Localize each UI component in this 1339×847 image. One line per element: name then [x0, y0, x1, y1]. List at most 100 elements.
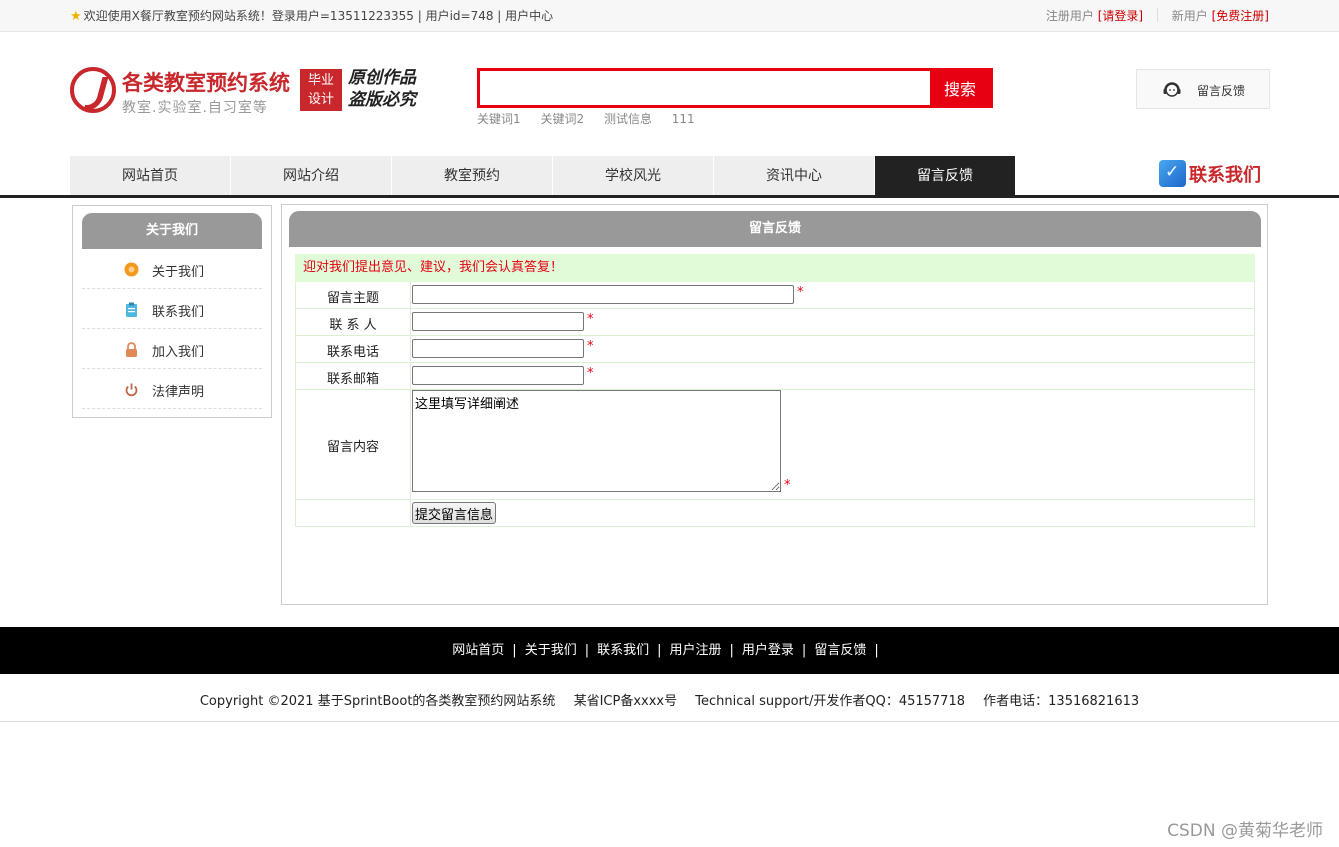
subject-label: 留言主题	[326, 291, 379, 306]
sidebar: 关于我们 关于我们 联系我们 加入我们 法律声明	[72, 205, 272, 418]
footer-divider	[0, 721, 1339, 722]
phone-label: 联系电话	[326, 345, 379, 360]
signup-link[interactable]: [免费注册]	[1212, 9, 1269, 23]
original-work-sign: 原创作品 盗版必究	[348, 67, 416, 111]
form-row-content: 留言内容 这里填写详细阐述 *	[295, 390, 1255, 500]
sidebar-item-legal[interactable]: 法律声明	[82, 369, 262, 409]
required-mark: *	[587, 339, 594, 354]
subject-field[interactable]	[412, 285, 794, 304]
top-bar: ★ 欢迎使用X餐厅教室预约网站系统！登录用户=13511223355 | 用户id…	[0, 0, 1339, 32]
headset-icon	[1163, 82, 1181, 97]
nav-underline	[0, 195, 1339, 198]
footer-link-about[interactable]: 关于我们	[525, 643, 577, 658]
logo-subtitle: 教室.实验室.自习室等	[122, 100, 268, 116]
new-user-label: 新用户	[1171, 9, 1208, 23]
keyword-link[interactable]: 111	[672, 112, 695, 126]
footer-link-home[interactable]: 网站首页	[452, 643, 504, 658]
support-text: Technical support/开发作者QQ：45157718	[695, 694, 966, 709]
footer-separator: |	[657, 643, 662, 658]
copyright-bar: Copyright ©2021 基于SprintBoot的各类教室预约网站系统 …	[0, 690, 1339, 709]
footer-separator: |	[512, 643, 517, 658]
sidebar-item-label: 联系我们	[152, 305, 205, 320]
footer-separator: |	[584, 643, 590, 658]
contact-field[interactable]	[412, 312, 584, 331]
nav-item-feedback[interactable]: 留言反馈	[875, 156, 1015, 196]
feedback-panel: 留言反馈 迎对我们提出意见、建议，我们会认真答复！ 留言主题 * 联 系 人 *…	[281, 204, 1268, 605]
footer-separator: |	[729, 643, 734, 658]
panel-title: 留言反馈	[289, 211, 1261, 247]
divider	[410, 309, 411, 335]
nav-item-scenery[interactable]: 学校风光	[553, 156, 713, 196]
login-link[interactable]: [请登录]	[1098, 9, 1143, 23]
star-icon: ★	[70, 9, 82, 24]
footer-link-contact[interactable]: 联系我们	[597, 643, 649, 658]
divider	[410, 282, 411, 308]
feedback-label: 留言反馈	[1197, 84, 1246, 98]
form-row-submit: 提交留言信息	[295, 500, 1255, 527]
phone-icon	[1159, 160, 1186, 187]
required-mark: *	[587, 312, 594, 327]
nav-item-intro[interactable]: 网站介绍	[231, 156, 391, 196]
badge-line-2: 设计	[307, 92, 334, 107]
hot-keywords: 关键词1 关键词2 测试信息 111	[477, 110, 711, 127]
badge-line-1: 毕业	[307, 73, 334, 88]
search-box: 搜索	[477, 68, 993, 108]
nav-item-booking[interactable]: 教室预约	[392, 156, 552, 196]
divider	[410, 363, 411, 389]
icp-text: 某省ICP备xxxx号	[573, 694, 678, 709]
submit-button[interactable]: 提交留言信息	[412, 502, 497, 524]
search-input[interactable]	[480, 71, 930, 105]
sidebar-item-label: 加入我们	[152, 345, 205, 360]
sidebar-item-contact[interactable]: 联系我们	[82, 289, 262, 329]
clipboard-icon	[126, 302, 137, 317]
required-mark: *	[587, 366, 594, 381]
footer-link-login[interactable]: 用户登录	[742, 643, 794, 658]
lock-icon	[126, 342, 137, 357]
required-mark: *	[784, 478, 791, 493]
sign-line-2: 盗版必究	[348, 90, 416, 110]
content-textarea[interactable]: 这里填写详细阐述	[412, 390, 781, 492]
email-field[interactable]	[412, 366, 584, 385]
form-row-email: 联系邮箱 *	[295, 363, 1255, 390]
footer-nav: 网站首页 | 关于我们 | 联系我们 | 用户注册 | 用户登录 | 留言反馈 |	[0, 627, 1339, 674]
logo-mark-icon	[70, 67, 116, 113]
logo-title: 各类教室预约系统	[122, 71, 290, 95]
footer-separator: |	[801, 643, 807, 658]
footer-separator: |	[874, 643, 879, 658]
sidebar-item-label: 法律声明	[152, 385, 205, 400]
welcome-message: 欢迎使用X餐厅教室预约网站系统！登录用户=13511223355 | 用户id=…	[83, 9, 554, 23]
footer-link-register[interactable]: 用户注册	[670, 643, 722, 658]
required-mark: *	[797, 285, 804, 300]
divider	[410, 500, 411, 526]
graduation-badge: 毕业 设计	[300, 69, 342, 111]
copyright-text: Copyright ©2021 基于SprintBoot的各类教室预约网站系统	[199, 694, 556, 709]
registered-label: 注册用户	[1045, 9, 1094, 23]
divider	[410, 390, 411, 499]
account-links: 注册用户 [请登录] 新用户 [免费注册]	[1046, 7, 1269, 24]
orange-circle-icon	[124, 262, 139, 277]
sign-line-1: 原创作品	[348, 68, 416, 88]
keyword-link[interactable]: 关键词1	[477, 112, 521, 126]
contact-label: 联 系 人	[329, 318, 377, 333]
phone-field[interactable]	[412, 339, 584, 358]
footer-link-feedback[interactable]: 留言反馈	[814, 643, 866, 658]
sidebar-title: 关于我们	[82, 213, 262, 249]
welcome-text: ★ 欢迎使用X餐厅教室预约网站系统！登录用户=13511223355 | 用户id…	[70, 7, 553, 24]
nav-item-home[interactable]: 网站首页	[70, 156, 230, 196]
divider	[1156, 8, 1158, 22]
form-row-subject: 留言主题 *	[295, 282, 1255, 309]
contact-us-label: 联系我们	[1189, 164, 1261, 186]
form-notice: 迎对我们提出意见、建议，我们会认真答复！	[295, 254, 1255, 282]
keyword-link[interactable]: 测试信息	[604, 112, 652, 126]
sidebar-item-label: 关于我们	[152, 265, 205, 280]
email-label: 联系邮箱	[326, 372, 379, 387]
sidebar-item-about[interactable]: 关于我们	[82, 249, 262, 289]
nav-item-news[interactable]: 资讯中心	[714, 156, 874, 196]
power-icon	[125, 383, 138, 397]
divider	[410, 336, 411, 362]
sidebar-item-join[interactable]: 加入我们	[82, 329, 262, 369]
keyword-link[interactable]: 关键词2	[540, 112, 584, 126]
search-button[interactable]: 搜索	[930, 71, 990, 105]
feedback-button[interactable]: 留言反馈	[1136, 69, 1270, 109]
contact-us-link[interactable]: 联系我们	[1159, 160, 1261, 190]
